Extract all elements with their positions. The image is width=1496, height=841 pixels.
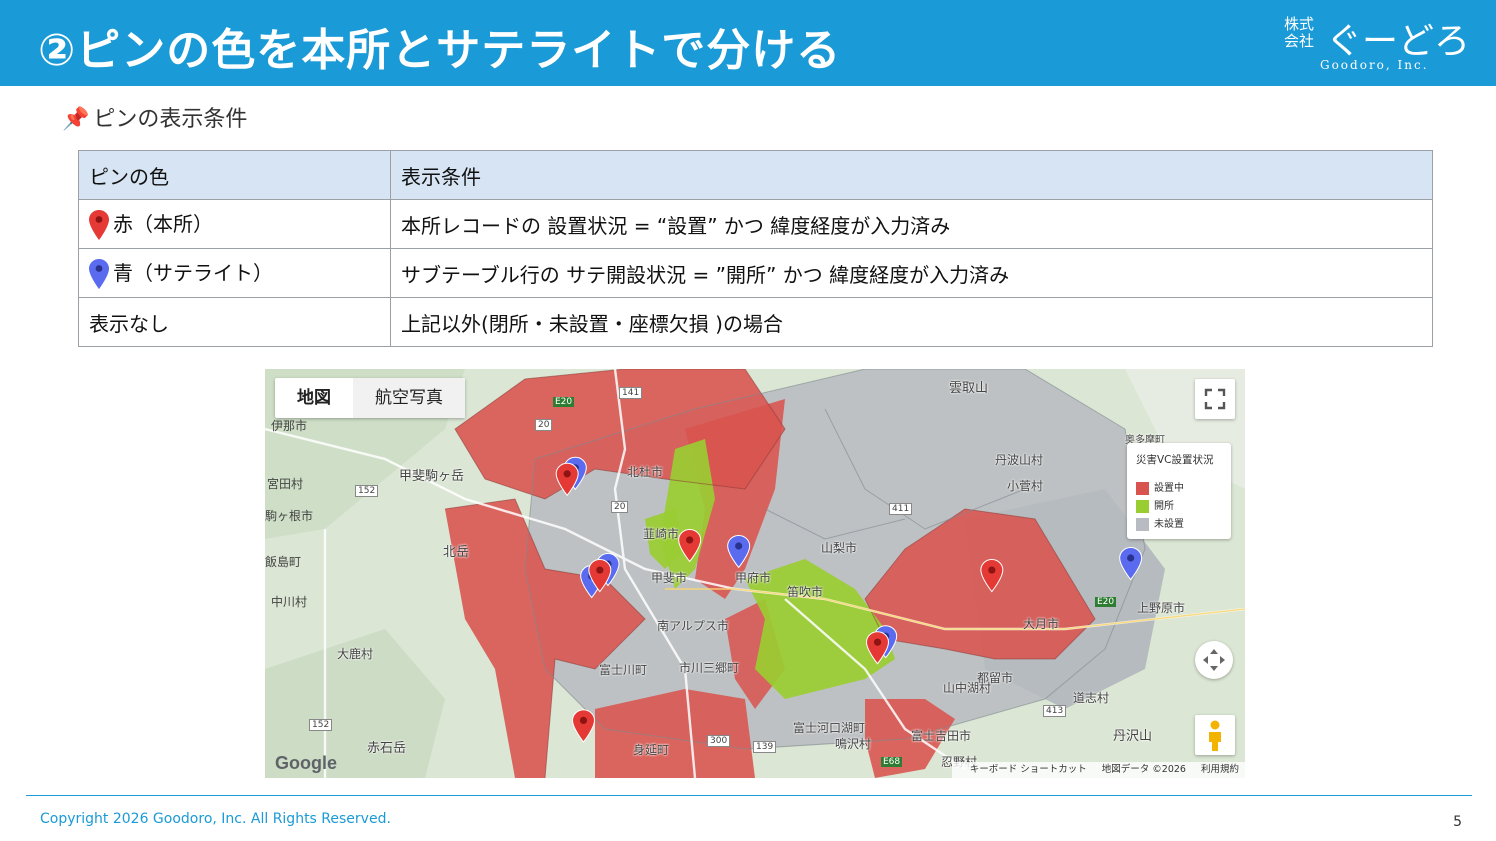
keyboard-shortcut-link[interactable]: キーボード ショートカット bbox=[970, 764, 1087, 775]
legend-item: 未設置 bbox=[1136, 515, 1184, 531]
slide-header: ②ピンの色を本所とサテライトで分ける 株式 会社 ぐーどろ Goodoro, I… bbox=[0, 0, 1496, 86]
logo-name: ぐーどろ bbox=[1326, 21, 1471, 62]
legend-label: 設置中 bbox=[1154, 483, 1184, 494]
column-header-condition: 表示条件 bbox=[390, 150, 1433, 200]
red-pin-icon bbox=[89, 210, 109, 241]
fullscreen-icon bbox=[1204, 388, 1226, 410]
blue-pin-icon bbox=[89, 259, 109, 290]
legend-swatch bbox=[1136, 517, 1149, 531]
subtitle-text: ピンの表示条件 bbox=[93, 107, 248, 132]
blue-pin-marker[interactable] bbox=[727, 534, 751, 569]
page-number: 5 bbox=[1453, 814, 1462, 830]
column-header-pin-color: ピンの色 bbox=[78, 150, 391, 200]
terms-link[interactable]: 利用規約 bbox=[1201, 764, 1239, 775]
pegman-button[interactable] bbox=[1195, 715, 1235, 755]
map-attribution: キーボード ショートカット 地図データ ©2026 利用規約 bbox=[951, 762, 1245, 778]
logo-english: Goodoro, Inc. bbox=[1320, 58, 1429, 72]
red-pin-marker[interactable] bbox=[865, 631, 890, 665]
camera-control-icon bbox=[1203, 649, 1225, 671]
condition-cell: サブテーブル行の サテ開設状況 = ”開所” かつ 緯度経度が入力済み bbox=[390, 248, 1433, 298]
legend-panel: 災害VC設置状況 設置中 開所 未設置 bbox=[1127, 443, 1231, 539]
copyright-text: Copyright 2026 Goodoro, Inc. All Rights … bbox=[40, 811, 391, 827]
legend-label: 未設置 bbox=[1154, 519, 1184, 530]
company-logo: 株式 会社 ぐーどろ Goodoro, Inc. bbox=[1274, 12, 1474, 76]
map-view[interactable]: 伊那市 宮田村 駒ヶ根市 飯島町 中川村 大鹿村 赤石岳 甲斐駒ヶ岳 北岳 北杜… bbox=[265, 369, 1245, 778]
red-pin-marker[interactable] bbox=[678, 528, 702, 563]
condition-cell: 上記以外(閉所・未設置・座標欠損 )の場合 bbox=[390, 297, 1433, 347]
logo-kabushiki-kaisha: 株式 会社 bbox=[1284, 15, 1315, 50]
table-row: 表示なし 上記以外(閉所・未設置・座標欠損 )の場合 bbox=[78, 297, 1433, 347]
pin-color-cell: 青（サテライト） bbox=[78, 248, 391, 298]
legend-label: 開所 bbox=[1154, 501, 1174, 512]
tab-satellite[interactable]: 航空写真 bbox=[353, 378, 465, 418]
legend-swatch bbox=[1136, 481, 1149, 495]
red-pin-marker[interactable] bbox=[555, 462, 579, 497]
red-pin-marker[interactable] bbox=[571, 709, 596, 743]
table-row: 青（サテライト） サブテーブル行の サテ開設状況 = ”開所” かつ 緯度経度が… bbox=[78, 248, 1433, 298]
map-data-text: 地図データ ©2026 bbox=[1101, 764, 1186, 775]
tab-map[interactable]: 地図 bbox=[275, 378, 353, 418]
slide-title: ②ピンの色を本所とサテライトで分ける bbox=[38, 25, 842, 76]
pin-condition-table: ピンの色 表示条件 赤（本所） 本所レコードの 設置状況 = “設置” かつ 緯… bbox=[78, 150, 1433, 347]
pin-color-cell: 赤（本所） bbox=[78, 199, 391, 249]
pin-layer[interactable] bbox=[265, 369, 1245, 778]
blue-pin-marker[interactable] bbox=[1119, 547, 1143, 581]
pushpin-icon: 📌 bbox=[62, 107, 90, 132]
condition-cell: 本所レコードの 設置状況 = “設置” かつ 緯度経度が入力済み bbox=[390, 199, 1433, 249]
table-row: 赤（本所） 本所レコードの 設置状況 = “設置” かつ 緯度経度が入力済み bbox=[78, 199, 1433, 249]
map-type-control[interactable]: 地図 航空写真 bbox=[275, 378, 465, 418]
legend-swatch bbox=[1136, 499, 1149, 513]
pin-color-cell: 表示なし bbox=[78, 297, 391, 347]
fullscreen-button[interactable] bbox=[1195, 379, 1235, 419]
legend-item: 開所 bbox=[1136, 497, 1174, 513]
pin-color-label: 青（サテライト） bbox=[113, 260, 273, 285]
google-logo: Google bbox=[275, 753, 337, 773]
section-subtitle: 📌 ピンの表示条件 bbox=[62, 101, 247, 133]
pin-color-label: 赤（本所） bbox=[113, 211, 213, 236]
legend-title: 災害VC設置状況 bbox=[1136, 454, 1214, 466]
pegman-icon bbox=[1209, 720, 1221, 751]
camera-control-button[interactable] bbox=[1195, 641, 1233, 679]
footer-divider bbox=[26, 795, 1472, 796]
table-header-row: ピンの色 表示条件 bbox=[78, 150, 1433, 200]
legend-item: 設置中 bbox=[1136, 479, 1184, 495]
red-pin-marker[interactable] bbox=[980, 559, 1004, 593]
